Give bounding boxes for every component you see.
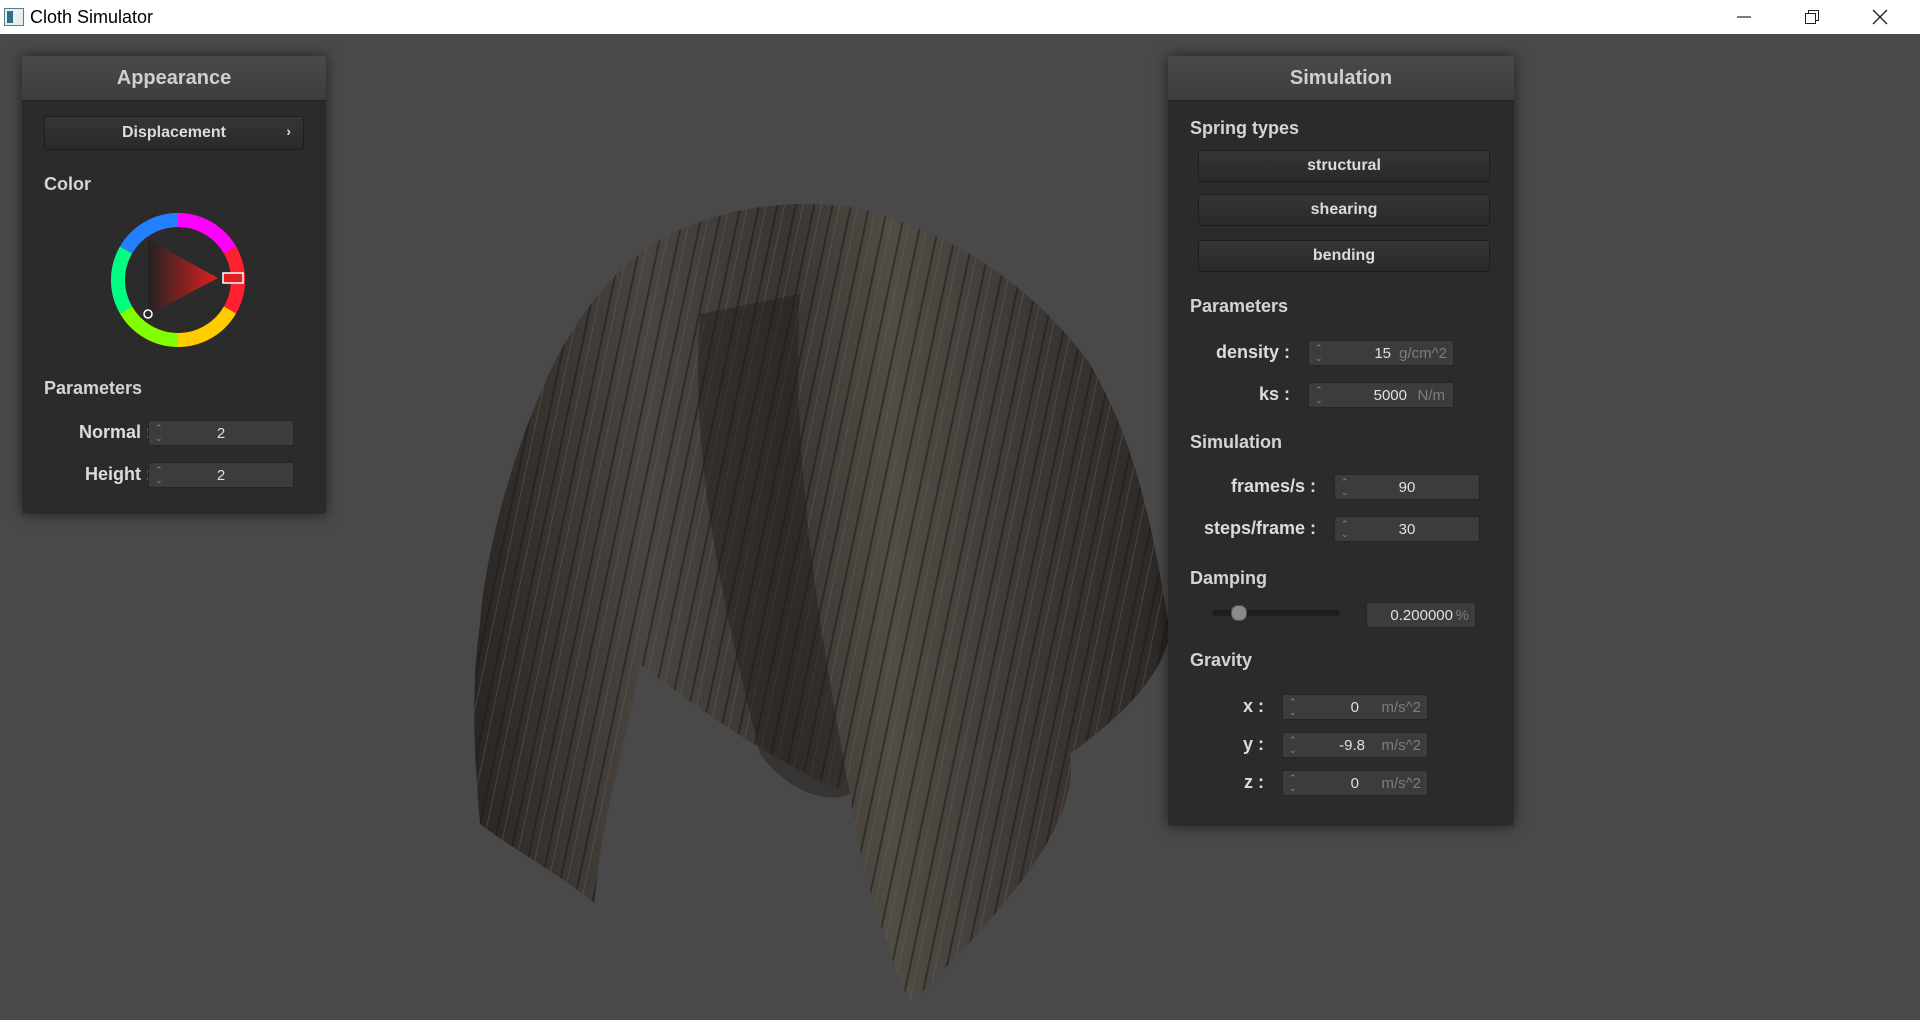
app-icon xyxy=(4,8,24,26)
structural-button[interactable]: structural xyxy=(1198,150,1490,182)
color-label: Color xyxy=(44,174,91,194)
color-wheel[interactable] xyxy=(108,210,248,350)
restore-button[interactable] xyxy=(1778,0,1846,34)
close-button[interactable] xyxy=(1846,0,1914,34)
steps-label: steps/frame : xyxy=(1203,518,1316,538)
density-label: density : xyxy=(1215,342,1290,362)
ks-input[interactable]: ⌃ ⌄ 5000 N/m xyxy=(1308,382,1454,408)
minimize-icon xyxy=(1737,16,1751,18)
height-label: Height : xyxy=(85,464,152,484)
gravity-y-input[interactable]: ⌃ ⌄ -9.8 m/s^2 xyxy=(1282,732,1428,758)
restore-icon xyxy=(1805,10,1819,24)
spin-arrows-icon: ⌃ ⌄ xyxy=(1315,343,1323,363)
simulation-panel: Simulation Spring types structural shear… xyxy=(1168,56,1514,826)
sim-parameters-label: Parameters xyxy=(1190,296,1289,316)
gravity-z-label: z : xyxy=(1244,772,1264,792)
gravity-x-label: x : xyxy=(1242,696,1264,716)
damping-input[interactable]: 0.200000 % xyxy=(1366,602,1476,628)
window-title: Cloth Simulator xyxy=(30,6,154,27)
gravity-z-input[interactable]: ⌃ ⌄ 0 m/s^2 xyxy=(1282,770,1428,796)
spring-types-label: Spring types xyxy=(1190,118,1300,138)
appearance-parameters-label: Parameters xyxy=(44,378,143,398)
density-input[interactable]: ⌃ ⌄ 15 g/cm^2 xyxy=(1308,340,1454,366)
appearance-title: Appearance xyxy=(22,56,326,101)
damping-slider-handle[interactable] xyxy=(1230,605,1247,621)
minimize-button[interactable] xyxy=(1710,0,1778,34)
hue-selector-icon[interactable] xyxy=(222,272,244,284)
gravity-x-input[interactable]: ⌃ ⌄ 0 m/s^2 xyxy=(1282,694,1428,720)
shader-select[interactable]: Displacement › xyxy=(44,116,304,150)
ks-label: ks : xyxy=(1258,384,1290,404)
gravity-y-label: y : xyxy=(1242,734,1264,754)
bending-button[interactable]: bending xyxy=(1198,240,1490,272)
simulation-section-label: Simulation xyxy=(1190,432,1283,452)
damping-slider[interactable] xyxy=(1212,605,1340,621)
spin-arrows-icon: ⌃ ⌄ xyxy=(1289,773,1297,793)
fps-input[interactable]: ⌃ ⌄ 90 xyxy=(1334,474,1480,500)
shader-select-label: Displacement xyxy=(121,124,227,141)
shearing-button[interactable]: shearing xyxy=(1198,194,1490,226)
appearance-panel: Appearance Displacement › Color Paramete… xyxy=(22,56,326,514)
spin-arrows-icon: ⌃ ⌄ xyxy=(1289,697,1297,717)
simulation-title: Simulation xyxy=(1168,56,1514,101)
steps-input[interactable]: ⌃ ⌄ 30 xyxy=(1334,516,1480,542)
gravity-label: Gravity xyxy=(1190,650,1253,670)
close-icon xyxy=(1872,9,1888,25)
height-input[interactable]: ⌃ ⌄ 2 xyxy=(148,462,294,488)
normal-input[interactable]: ⌃ ⌄ 2 xyxy=(148,420,294,446)
spin-arrows-icon: ⌃ ⌄ xyxy=(1315,385,1323,405)
title-bar: Cloth Simulator xyxy=(0,0,1920,34)
spin-arrows-icon: ⌃ ⌄ xyxy=(1289,735,1297,755)
normal-label: Normal : xyxy=(78,422,152,442)
damping-label: Damping xyxy=(1190,568,1268,588)
chevron-right-icon: › xyxy=(286,123,291,139)
fps-label: frames/s : xyxy=(1230,476,1316,496)
